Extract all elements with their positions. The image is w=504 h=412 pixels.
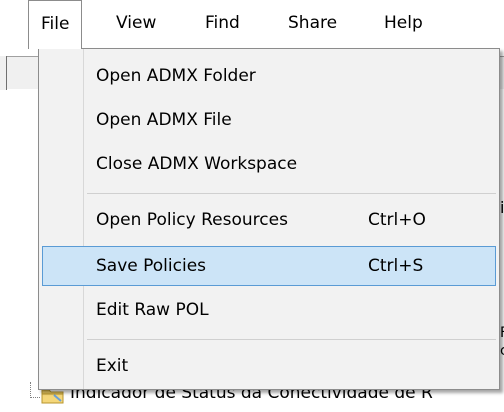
left-panel-edge bbox=[0, 56, 7, 90]
menu-item-shortcut: Ctrl+O bbox=[368, 210, 426, 230]
menu-item-label: Close ADMX Workspace bbox=[96, 154, 298, 174]
menu-bar: File View Find Share Help bbox=[0, 0, 504, 49]
menu-item-label: Save Policies bbox=[96, 256, 207, 276]
menu-item-label: Edit Raw POL bbox=[96, 300, 209, 320]
menu-find[interactable]: Find bbox=[193, 0, 252, 46]
menu-item-close-admx-workspace[interactable]: Close ADMX Workspace bbox=[42, 144, 496, 184]
menu-item-open-admx-folder[interactable]: Open ADMX Folder bbox=[42, 56, 496, 96]
obscured-text-fragment: F bbox=[500, 325, 504, 341]
menu-item-save-policies[interactable]: Save Policies Ctrl+S bbox=[42, 246, 496, 286]
obscured-text-fragment: c bbox=[500, 343, 504, 359]
menu-separator bbox=[87, 193, 496, 194]
obscured-text-fragment: i bbox=[500, 198, 504, 217]
tree-connector bbox=[30, 382, 32, 398]
menu-item-edit-raw-pol[interactable]: Edit Raw POL bbox=[42, 290, 496, 330]
menu-item-label: Open ADMX File bbox=[96, 110, 232, 130]
menu-item-open-policy-resources[interactable]: Open Policy Resources Ctrl+O bbox=[42, 200, 496, 240]
menu-help[interactable]: Help bbox=[372, 0, 435, 46]
file-menu-dropdown: Open ADMX Folder Open ADMX File Close AD… bbox=[38, 48, 500, 390]
menu-view[interactable]: View bbox=[104, 0, 168, 46]
menu-share[interactable]: Share bbox=[276, 0, 349, 46]
tree-connector bbox=[30, 397, 40, 399]
menu-item-label: Open ADMX Folder bbox=[96, 66, 256, 86]
menu-item-label: Open Policy Resources bbox=[96, 210, 288, 230]
menu-item-shortcut: Ctrl+S bbox=[368, 256, 424, 276]
menu-item-exit[interactable]: Exit bbox=[42, 346, 496, 386]
menu-file[interactable]: File bbox=[28, 0, 83, 49]
menu-item-label: Exit bbox=[96, 356, 129, 376]
menu-separator bbox=[87, 339, 496, 340]
menu-item-open-admx-file[interactable]: Open ADMX File bbox=[42, 100, 496, 140]
